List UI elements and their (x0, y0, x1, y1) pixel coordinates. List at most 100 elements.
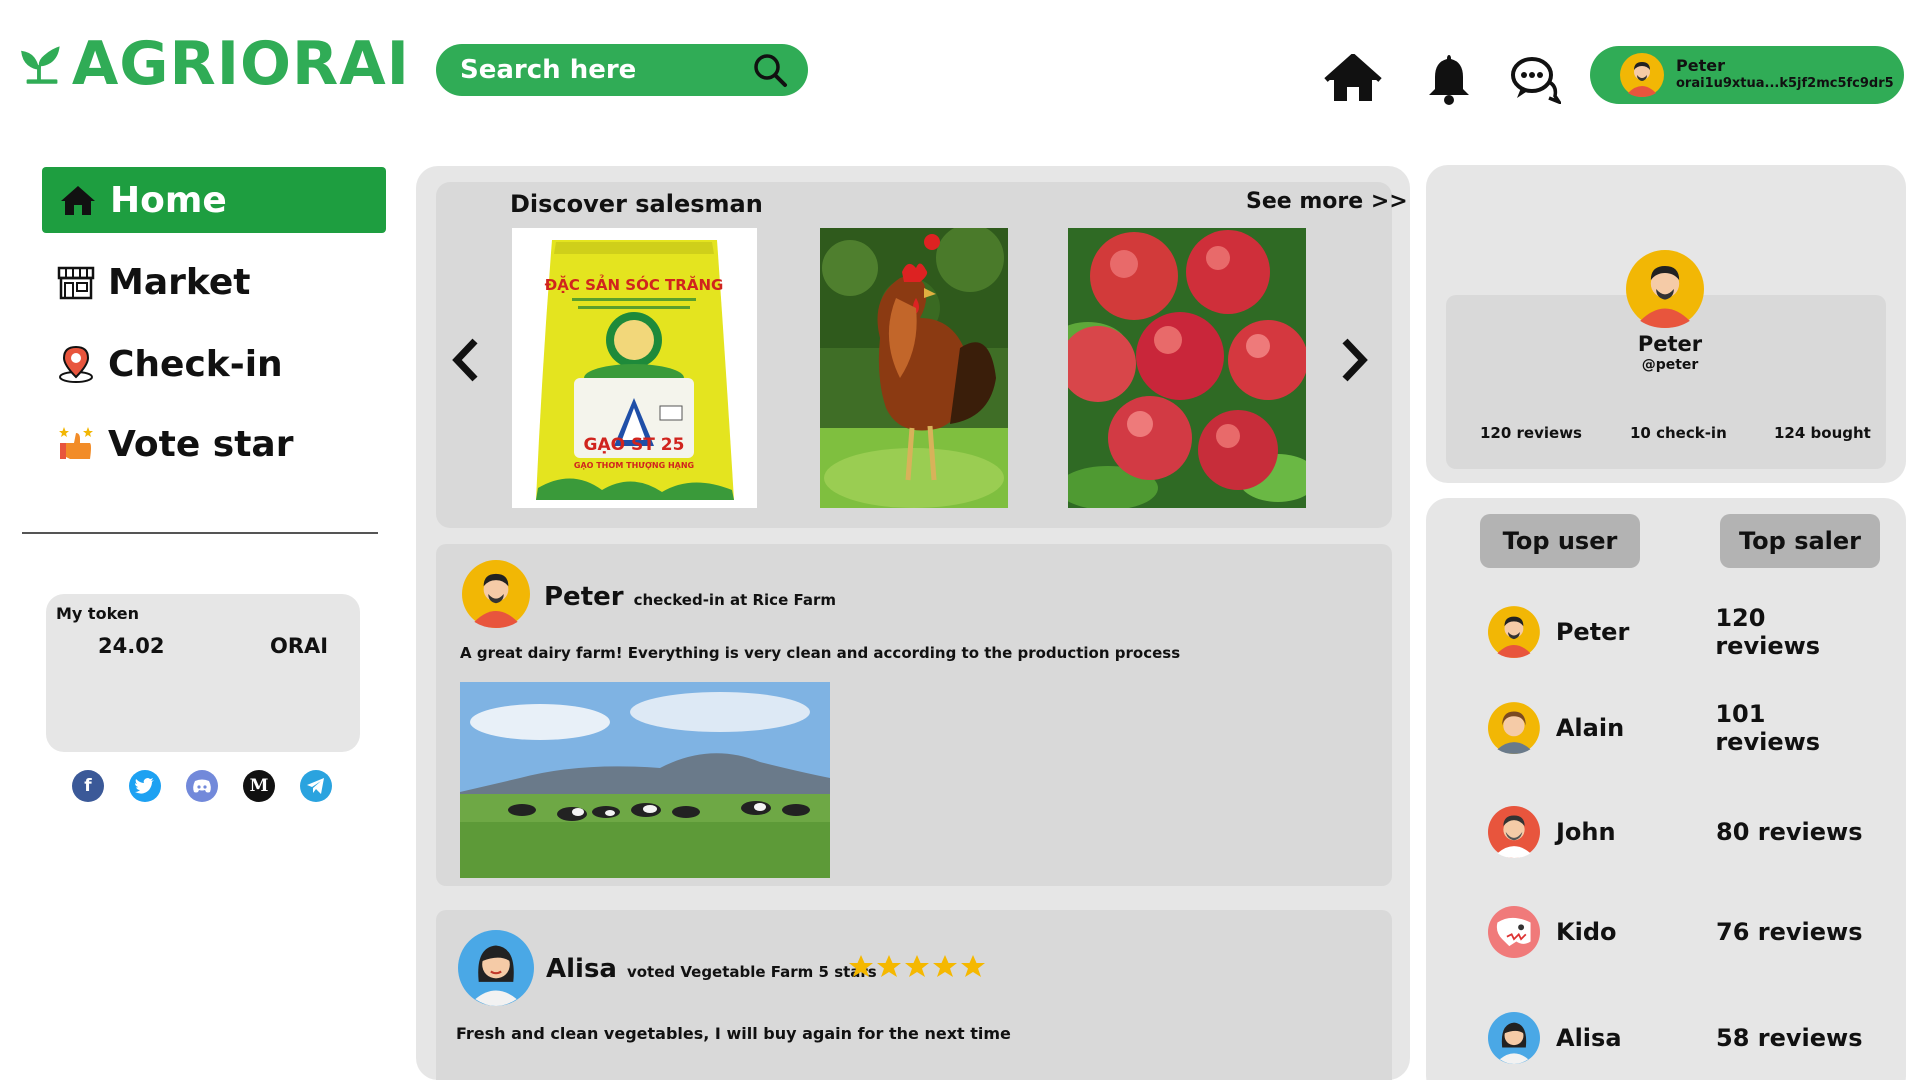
rice-bag-label: GẠO ST 25 (584, 435, 685, 455)
peter-avatar-icon (1626, 250, 1704, 328)
search-icon[interactable] (752, 52, 788, 88)
product-card[interactable] (1068, 228, 1306, 508)
sidebar-item-label: Vote star (108, 423, 294, 465)
post-action: checked-in at Rice Farm (633, 591, 836, 609)
profile-handle: @peter (1641, 357, 1699, 373)
home-icon (61, 186, 95, 215)
chat-icon[interactable] (1506, 52, 1564, 106)
alisa-avatar-icon (1488, 1012, 1540, 1064)
thumbs-up-stars-icon (59, 427, 93, 459)
search-input[interactable]: Search here (460, 55, 752, 85)
token-unit: ORAI (270, 634, 329, 658)
post-header: Peter checked-in at Rice Farm (544, 582, 836, 612)
sidebar-item-label: Home (110, 179, 227, 221)
star-icon (961, 955, 985, 977)
ranking-row[interactable]: John 80 reviews (1488, 804, 1878, 860)
token-value: 24.02 (98, 634, 165, 658)
post-author[interactable]: Peter (544, 582, 624, 612)
ranking-name: Alisa (1556, 1024, 1622, 1052)
chevron-right-icon (1342, 338, 1368, 382)
sidebar-item-vote-star[interactable]: Vote star (56, 414, 376, 474)
post-image[interactable] (460, 682, 830, 878)
tab-top-user[interactable]: Top user (1480, 514, 1640, 568)
post-text: Fresh and clean vegetables, I will buy a… (456, 1024, 1011, 1043)
ranking-value: 76 reviews (1716, 918, 1863, 946)
profile-stat-reviews: 120 reviews (1480, 424, 1582, 442)
ranking-name: Kido (1556, 918, 1617, 946)
product-card[interactable] (820, 228, 1008, 508)
sidebar-item-market[interactable]: Market (56, 252, 376, 312)
discover-title: Discover salesman (510, 190, 763, 218)
home-icon[interactable] (1324, 52, 1382, 106)
user-pill-text: Peter orai1u9xtua...k5jf2mc5fc9dr5 (1676, 57, 1894, 93)
sidebar-item-label: Check-in (108, 343, 283, 385)
telegram-icon[interactable] (300, 770, 332, 802)
post-header: Alisa voted Vegetable Farm 5 stars (546, 954, 877, 984)
dairy-farm-image (460, 682, 830, 878)
chevron-left-icon (452, 338, 478, 382)
app-root: AGRIORAI Search here Peter orai1u9xtua..… (0, 0, 1920, 1080)
profile-stat-checkin: 10 check-in (1630, 424, 1727, 442)
rankings-panel (1426, 498, 1906, 1080)
location-pin-icon (59, 345, 93, 383)
carousel-prev-button[interactable] (448, 335, 484, 385)
user-avatar-icon (1620, 53, 1664, 97)
peter-avatar-icon (462, 560, 530, 628)
store-icon (57, 266, 95, 300)
profile-avatar[interactable] (1626, 250, 1704, 332)
search-bar[interactable]: Search here (436, 44, 808, 96)
token-card: My token 24.02 ORAI (46, 594, 360, 752)
ranking-value: 101 reviews (1715, 700, 1821, 756)
sidebar-divider (22, 532, 378, 534)
john-avatar-icon (1488, 806, 1540, 858)
profile-name: Peter (1637, 332, 1703, 356)
post-avatar[interactable] (462, 560, 530, 632)
wallet-address: orai1u9xtua...k5jf2mc5fc9dr5 (1676, 76, 1894, 91)
token-label: My token (56, 604, 140, 623)
post-author[interactable]: Alisa (546, 954, 617, 984)
brand-logo[interactable]: AGRIORAI (20, 24, 410, 104)
alain-avatar-icon (1488, 702, 1540, 754)
medium-icon[interactable]: M (243, 770, 275, 802)
discord-icon[interactable] (186, 770, 218, 802)
carousel-next-button[interactable] (1336, 335, 1372, 385)
ranking-row[interactable]: Alain 101 reviews (1488, 700, 1878, 756)
sidebar-item-home[interactable]: Home (42, 167, 386, 233)
star-icon (933, 955, 957, 977)
bell-icon[interactable] (1420, 52, 1478, 106)
post-text: A great dairy farm! Everything is very c… (460, 644, 1181, 662)
post-avatar[interactable] (458, 930, 534, 1010)
rice-bag-image: ĐẶC SẢN SÓC TRĂNG GẠO ST 25 GẠO THƠM THƯ… (512, 228, 757, 508)
facebook-icon[interactable]: f (72, 770, 104, 802)
product-card[interactable]: ĐẶC SẢN SÓC TRĂNG GẠO ST 25 GẠO THƠM THƯ… (512, 228, 757, 508)
ranking-row[interactable]: Alisa 58 reviews (1488, 1010, 1878, 1066)
alisa-avatar-icon (458, 930, 534, 1006)
ranking-value: 120 reviews (1715, 604, 1821, 660)
profile-stat-bought: 124 bought (1774, 424, 1871, 442)
sidebar-item-checkin[interactable]: Check-in (56, 334, 376, 394)
feed-post (436, 910, 1392, 1080)
sprout-logo-icon (21, 46, 60, 84)
apples-image (1068, 228, 1306, 508)
kido-avatar-icon (1488, 906, 1540, 958)
ranking-value: 80 reviews (1716, 818, 1863, 846)
user-name: Peter (1676, 56, 1725, 75)
rooster-image (820, 228, 1008, 508)
peter-avatar-icon (1488, 606, 1540, 658)
sidebar-item-label: Market (108, 261, 251, 303)
star-icon (877, 955, 901, 977)
user-account-pill[interactable]: Peter orai1u9xtua...k5jf2mc5fc9dr5 (1590, 46, 1904, 104)
ranking-name: John (1556, 818, 1616, 846)
rice-bag-title: ĐẶC SẢN SÓC TRĂNG (545, 273, 724, 294)
ranking-value: 58 reviews (1716, 1024, 1863, 1052)
tab-top-saler[interactable]: Top saler (1720, 514, 1880, 568)
see-more-link[interactable]: See more >> (1246, 189, 1408, 214)
social-links: f M (72, 770, 332, 804)
twitter-icon[interactable] (129, 770, 161, 802)
brand-name: AGRIORAI (71, 29, 410, 99)
ranking-name: Alain (1555, 714, 1625, 742)
ranking-row[interactable]: Kido 76 reviews (1488, 904, 1878, 960)
ranking-name: Peter (1555, 618, 1630, 646)
ranking-row[interactable]: Peter 120 reviews (1488, 604, 1878, 660)
post-action: voted Vegetable Farm 5 stars (626, 963, 877, 981)
